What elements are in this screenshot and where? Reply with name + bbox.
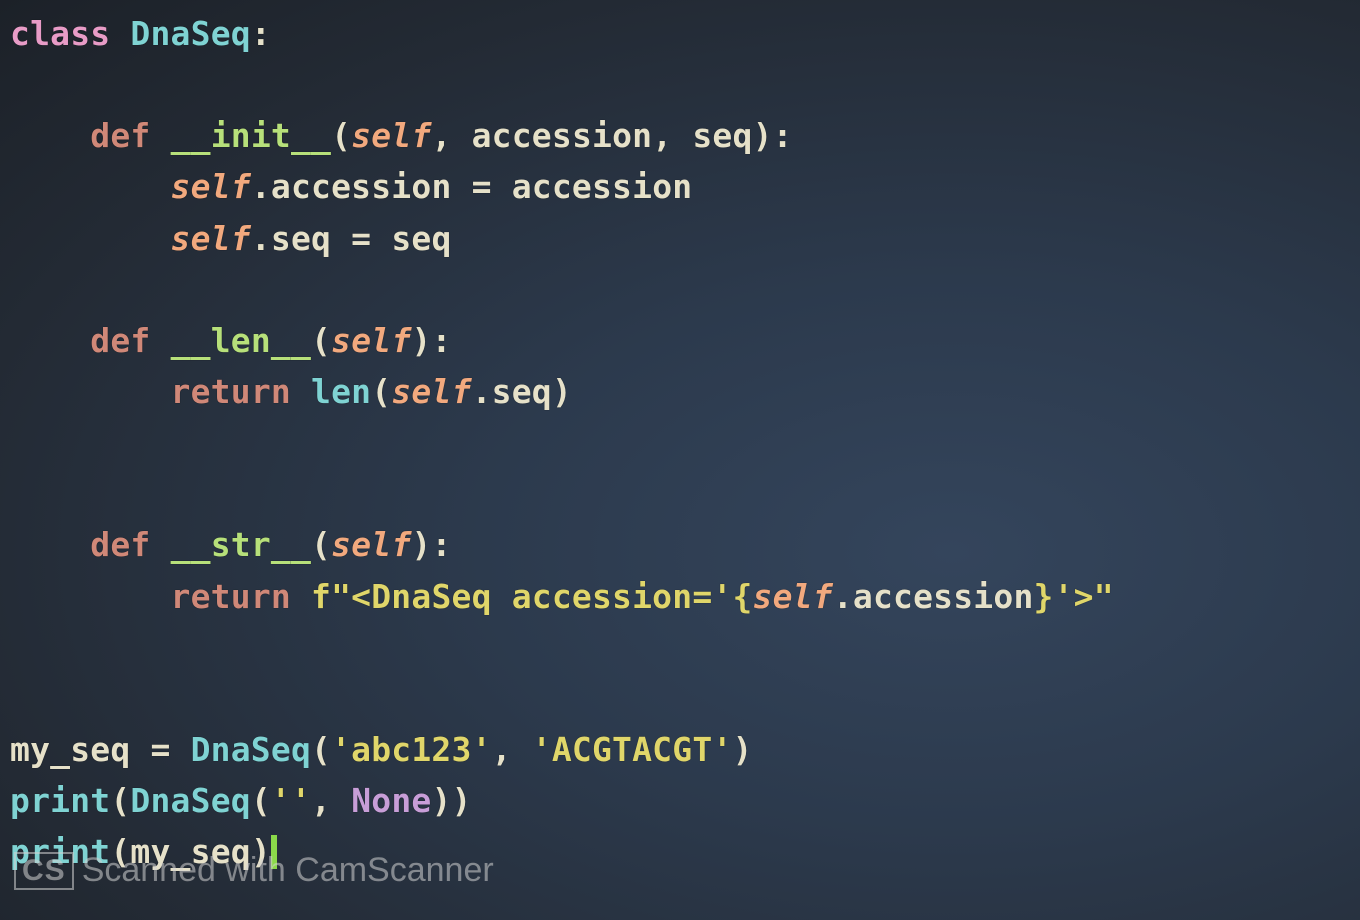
var-my-seq: my_seq [10, 730, 130, 769]
self-ref: self [391, 372, 471, 411]
text-cursor [271, 835, 277, 869]
class-name: DnaSeq [130, 14, 250, 53]
attr-accession: accession [271, 167, 452, 206]
fstring-text: '> [1054, 577, 1094, 616]
self-ref: self [171, 167, 251, 206]
method-name-len: __len__ [171, 321, 311, 360]
attr-seq: seq [271, 219, 331, 258]
self-ref: self [753, 577, 833, 616]
keyword-return: return [171, 372, 291, 411]
python-source[interactable]: class DnaSeq: def __init__(self, accessi… [10, 8, 1350, 877]
class-ref-dnaseq: DnaSeq [191, 730, 311, 769]
keyword-def: def [90, 525, 150, 564]
param-self: self [331, 321, 411, 360]
param-accession: accession [472, 116, 653, 155]
keyword-class: class [10, 14, 110, 53]
class-ref-dnaseq: DnaSeq [130, 781, 250, 820]
keyword-def: def [90, 321, 150, 360]
code-editor-viewport[interactable]: class DnaSeq: def __init__(self, accessi… [0, 0, 1360, 920]
keyword-def: def [90, 116, 150, 155]
attr-accession: accession [853, 577, 1034, 616]
param-self: self [351, 116, 431, 155]
string-literal: 'ACGTACGT' [532, 730, 733, 769]
method-name-str: __str__ [171, 525, 311, 564]
param-seq: seq [692, 116, 752, 155]
builtin-len: len [311, 372, 371, 411]
constant-none: None [351, 781, 431, 820]
attr-seq: seq [492, 372, 552, 411]
string-literal: 'abc123' [331, 730, 492, 769]
fstring-prefix: f" [311, 577, 351, 616]
keyword-return: return [171, 577, 291, 616]
string-literal: '' [271, 781, 311, 820]
self-ref: self [171, 219, 251, 258]
builtin-print: print [10, 781, 110, 820]
var-my-seq: my_seq [130, 832, 250, 871]
method-name-init: __init__ [171, 116, 332, 155]
param-self: self [331, 525, 411, 564]
fstring-text: <DnaSeq accession=' [351, 577, 732, 616]
builtin-print: print [10, 832, 110, 871]
colon: : [251, 14, 271, 53]
